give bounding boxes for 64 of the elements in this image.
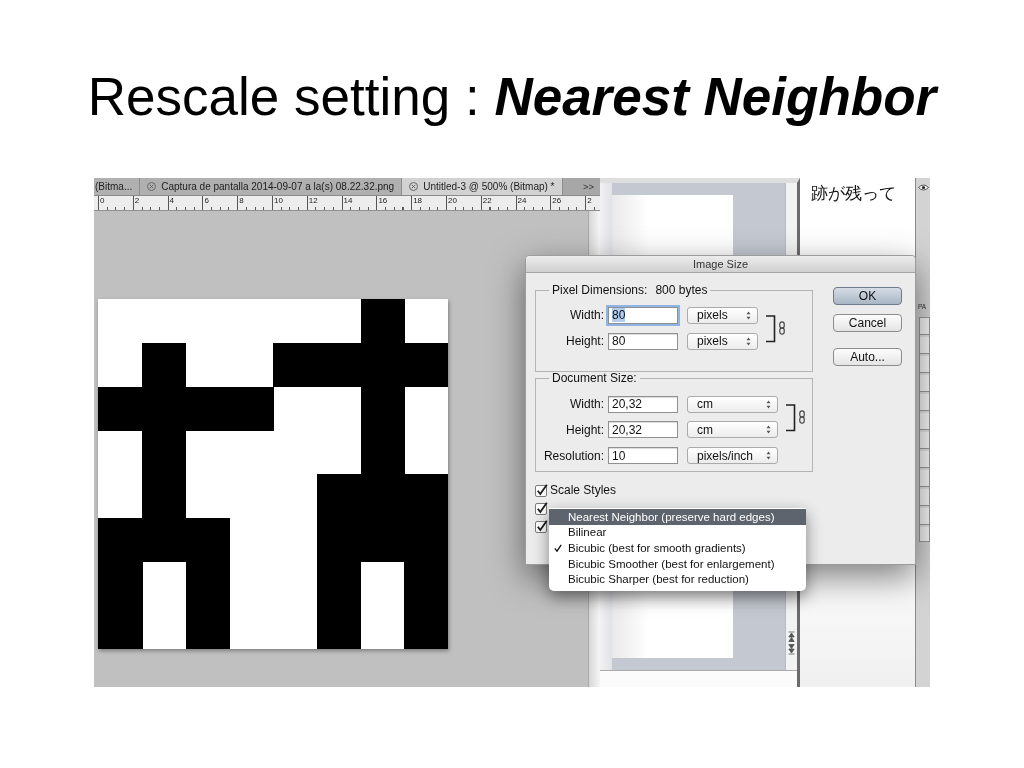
overflow-button[interactable]: >>: [580, 180, 596, 193]
menu-item[interactable]: Nearest Neighbor (preserve hard edges): [549, 509, 806, 525]
unit-select[interactable]: pixels: [687, 332, 758, 350]
ruler-number: 4: [169, 197, 175, 205]
updown-arrows-icon: [766, 451, 771, 460]
checkbox-label: Scale Styles: [550, 483, 617, 497]
unit-select[interactable]: pixels: [687, 306, 758, 324]
input-field[interactable]: 20,32: [608, 395, 678, 413]
eye-icon[interactable]: [918, 184, 929, 191]
field-label: Height:: [565, 334, 604, 348]
input-field[interactable]: 20,32: [608, 421, 678, 439]
menu-item[interactable]: Bicubic (best for smooth gradients): [549, 540, 806, 556]
close-icon[interactable]: [147, 182, 157, 191]
ruler-number: 24: [517, 197, 527, 205]
unit-select[interactable]: pixels/inch: [687, 447, 778, 464]
ruler-number: 2: [587, 197, 592, 205]
unit-select[interactable]: cm: [687, 421, 778, 439]
unit-select[interactable]: cm: [687, 395, 778, 413]
field-label: Height:: [565, 422, 604, 437]
scroll-arrows-icon[interactable]: [788, 631, 795, 655]
document-tab[interactable]: (Bitma...: [94, 178, 141, 195]
file-size: 800 bytes: [655, 283, 708, 297]
dialog-button[interactable]: OK: [833, 287, 902, 305]
ruler-number: 16: [378, 197, 388, 205]
ruler-number: 2: [134, 197, 140, 205]
ruler-number: 0: [100, 197, 105, 205]
checkbox[interactable]: [535, 519, 548, 533]
input-field[interactable]: 10: [608, 447, 678, 464]
updown-arrows-icon: [766, 399, 771, 409]
ruler-number: 8: [239, 197, 244, 205]
dialog-button[interactable]: Cancel: [833, 314, 902, 332]
document-tab[interactable]: Captura de pantalla 2014-09-07 a la(s) 08.22.32.png: [140, 178, 403, 195]
ruler-number: 12: [308, 197, 318, 205]
slide-title: Rescale setting : Nearest Neighbor: [87, 66, 937, 128]
dialog-title: Image Size: [693, 257, 748, 271]
input-field[interactable]: 80: [608, 306, 678, 324]
checkbox[interactable]: [535, 483, 548, 497]
close-icon[interactable]: [409, 182, 419, 191]
input-field[interactable]: 80: [608, 332, 678, 350]
chain-link-icon[interactable]: [799, 410, 805, 424]
group-legend: Document Size:: [552, 372, 637, 385]
dialog-button[interactable]: Auto...: [833, 348, 902, 366]
document-tab[interactable]: Untitled-3 @ 500% (Bitmap) *: [402, 178, 563, 195]
field-label: Width:: [570, 308, 604, 322]
menu-item[interactable]: Bilinear: [549, 524, 806, 541]
ruler-number: 10: [274, 197, 283, 205]
ruler-number: 26: [552, 197, 562, 205]
chain-link-icon[interactable]: [779, 321, 785, 335]
ruler-number: 20: [447, 197, 457, 205]
menu-item[interactable]: Bicubic Sharper (best for reduction): [549, 571, 806, 587]
ruler-number: 18: [413, 197, 423, 205]
menu-item[interactable]: Bicubic Smoother (best for enlargement): [549, 555, 806, 572]
checkbox[interactable]: [535, 501, 548, 515]
ruler-number: 22: [482, 197, 492, 205]
japanese-text: 跡が残って: [811, 183, 896, 203]
layer-list[interactable]: [919, 317, 930, 542]
updown-arrows-icon: [746, 310, 751, 320]
field-label: Resolution:: [543, 448, 604, 463]
field-label: Width:: [570, 397, 604, 412]
ruler-number: 6: [204, 197, 209, 205]
ruler-number: 14: [343, 197, 353, 205]
updown-arrows-icon: [766, 425, 771, 435]
group-legend: Pixel Dimensions:: [552, 283, 648, 297]
updown-arrows-icon: [746, 336, 751, 346]
